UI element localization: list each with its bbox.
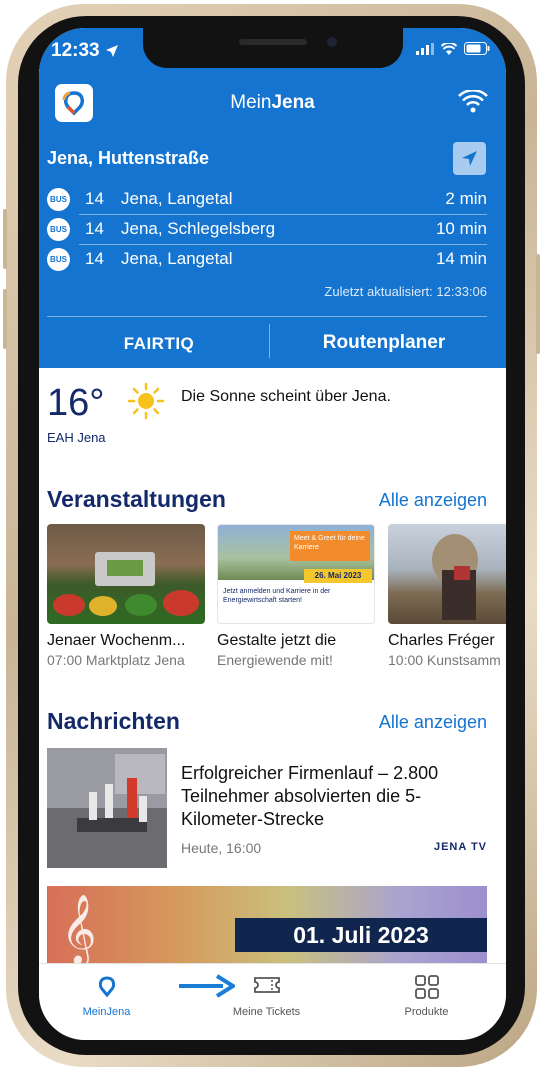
tab-meine-tickets[interactable]: Meine Tickets — [199, 964, 334, 1034]
bus-icon: BUS — [47, 248, 70, 271]
tab-meinjena[interactable]: MeinJena — [39, 964, 174, 1034]
departure-line: 14 — [85, 189, 104, 208]
sun-icon — [127, 382, 165, 425]
departure-line: 14 — [85, 219, 104, 238]
departure-row[interactable]: BUS 14 Jena, Langetal 2 min — [47, 184, 487, 214]
events-section-title: Veranstaltungen — [47, 486, 226, 512]
news-time: Heute, 16:00 — [181, 840, 262, 856]
tab-label: Produkte — [404, 1006, 449, 1018]
locate-button[interactable] — [453, 142, 486, 175]
tab-produkte[interactable]: Produkte — [359, 964, 494, 1034]
meinjena-icon — [94, 974, 120, 1003]
temperature: 16° — [47, 382, 105, 424]
departure-time: 14 min — [435, 249, 487, 268]
wifi-icon — [458, 89, 488, 113]
location-title: Jena, Huttenstraße — [47, 148, 210, 168]
event-subtitle: 10:00 Kunstsamm — [388, 652, 501, 668]
navigation-arrow-icon — [462, 151, 477, 166]
tab-label: MeinJena — [82, 1006, 131, 1018]
departure-row[interactable]: BUS 14 Jena, Schlegelsberg 10 min — [47, 214, 487, 244]
notch — [143, 28, 403, 68]
news-section-title: Nachrichten — [47, 708, 180, 734]
departure-time: 10 min — [435, 219, 487, 238]
last-updated: Zuletzt aktualisiert: 12:33:06 — [324, 284, 487, 299]
event-title: Gestalte jetzt die — [217, 632, 337, 649]
fairtiq-button[interactable]: FAIRTIQ — [109, 334, 209, 354]
event-subtitle: Energiewende mit! — [217, 652, 333, 668]
event-card[interactable]: Charles Fréger 10:00 Kunstsamm — [388, 524, 506, 668]
tab-bar: MeinJena Meine Tickets Produkte — [39, 963, 506, 1040]
treble-clef-icon: 𝄞 — [61, 894, 97, 964]
weather-description: Die Sonne scheint über Jena. — [181, 388, 391, 405]
news-show-all-link[interactable]: Alle anzeigen — [379, 712, 487, 733]
status-time: 12:33 — [51, 40, 119, 62]
routenplaner-button[interactable]: Routenplaner — [294, 332, 474, 354]
event-card[interactable]: Meet & Greet für deine Karriere 26. Mai … — [217, 524, 375, 668]
departure-destination: Jena, Schlegelsberg — [121, 219, 276, 238]
weather-station: EAH Jena — [47, 430, 106, 445]
news-title[interactable]: Erfolgreicher Firmenlauf – 2.800 Teilneh… — [181, 762, 481, 831]
wifi-status-icon — [441, 42, 457, 55]
event-image-badge: Meet & Greet für deine Karriere — [290, 531, 370, 561]
wifi-button[interactable] — [458, 89, 488, 119]
departure-line: 14 — [85, 249, 104, 268]
app-title: MeinJena — [230, 92, 315, 113]
battery-icon — [464, 42, 490, 55]
event-image — [388, 524, 506, 624]
event-image: Meet & Greet für deine Karriere 26. Mai … — [217, 524, 375, 624]
bus-icon: BUS — [47, 218, 70, 241]
banner-date: 01. Juli 2023 — [235, 918, 487, 952]
departure-time: 2 min — [445, 189, 487, 208]
tab-label: Meine Tickets — [232, 1006, 301, 1018]
grid-icon — [414, 974, 440, 1003]
location-arrow-icon — [105, 44, 118, 57]
volume-down-button — [3, 289, 7, 349]
status-icons — [416, 42, 490, 55]
departure-row[interactable]: BUS 14 Jena, Langetal 14 min — [47, 244, 487, 274]
event-card[interactable]: Jenaer Wochenm... 07:00 Marktplatz Jena — [47, 524, 205, 668]
event-image-text: Jetzt anmelden und Karriere in der Energ… — [223, 588, 331, 604]
volume-up-button — [3, 209, 7, 269]
signal-icon — [416, 42, 434, 55]
news-source-logo: JENA TV — [433, 841, 487, 853]
event-title: Jenaer Wochenm... — [47, 632, 186, 649]
bus-icon: BUS — [47, 188, 70, 211]
news-image[interactable] — [47, 748, 167, 868]
app-screen: 12:33 MeinJena Jena, Huttenstraße BUS 14 — [39, 28, 506, 1040]
event-image-date: 26. Mai 2023 — [304, 569, 372, 583]
events-show-all-link[interactable]: Alle anzeigen — [379, 490, 487, 511]
event-image — [47, 524, 205, 624]
power-button — [536, 254, 540, 354]
ticket-icon — [252, 974, 282, 999]
departure-destination: Jena, Langetal — [121, 249, 233, 268]
event-subtitle: 07:00 Marktplatz Jena — [47, 652, 185, 668]
transit-panel: 12:33 MeinJena Jena, Huttenstraße BUS 14 — [39, 28, 506, 368]
departure-destination: Jena, Langetal — [121, 189, 233, 208]
event-title: Charles Fréger — [388, 632, 495, 649]
